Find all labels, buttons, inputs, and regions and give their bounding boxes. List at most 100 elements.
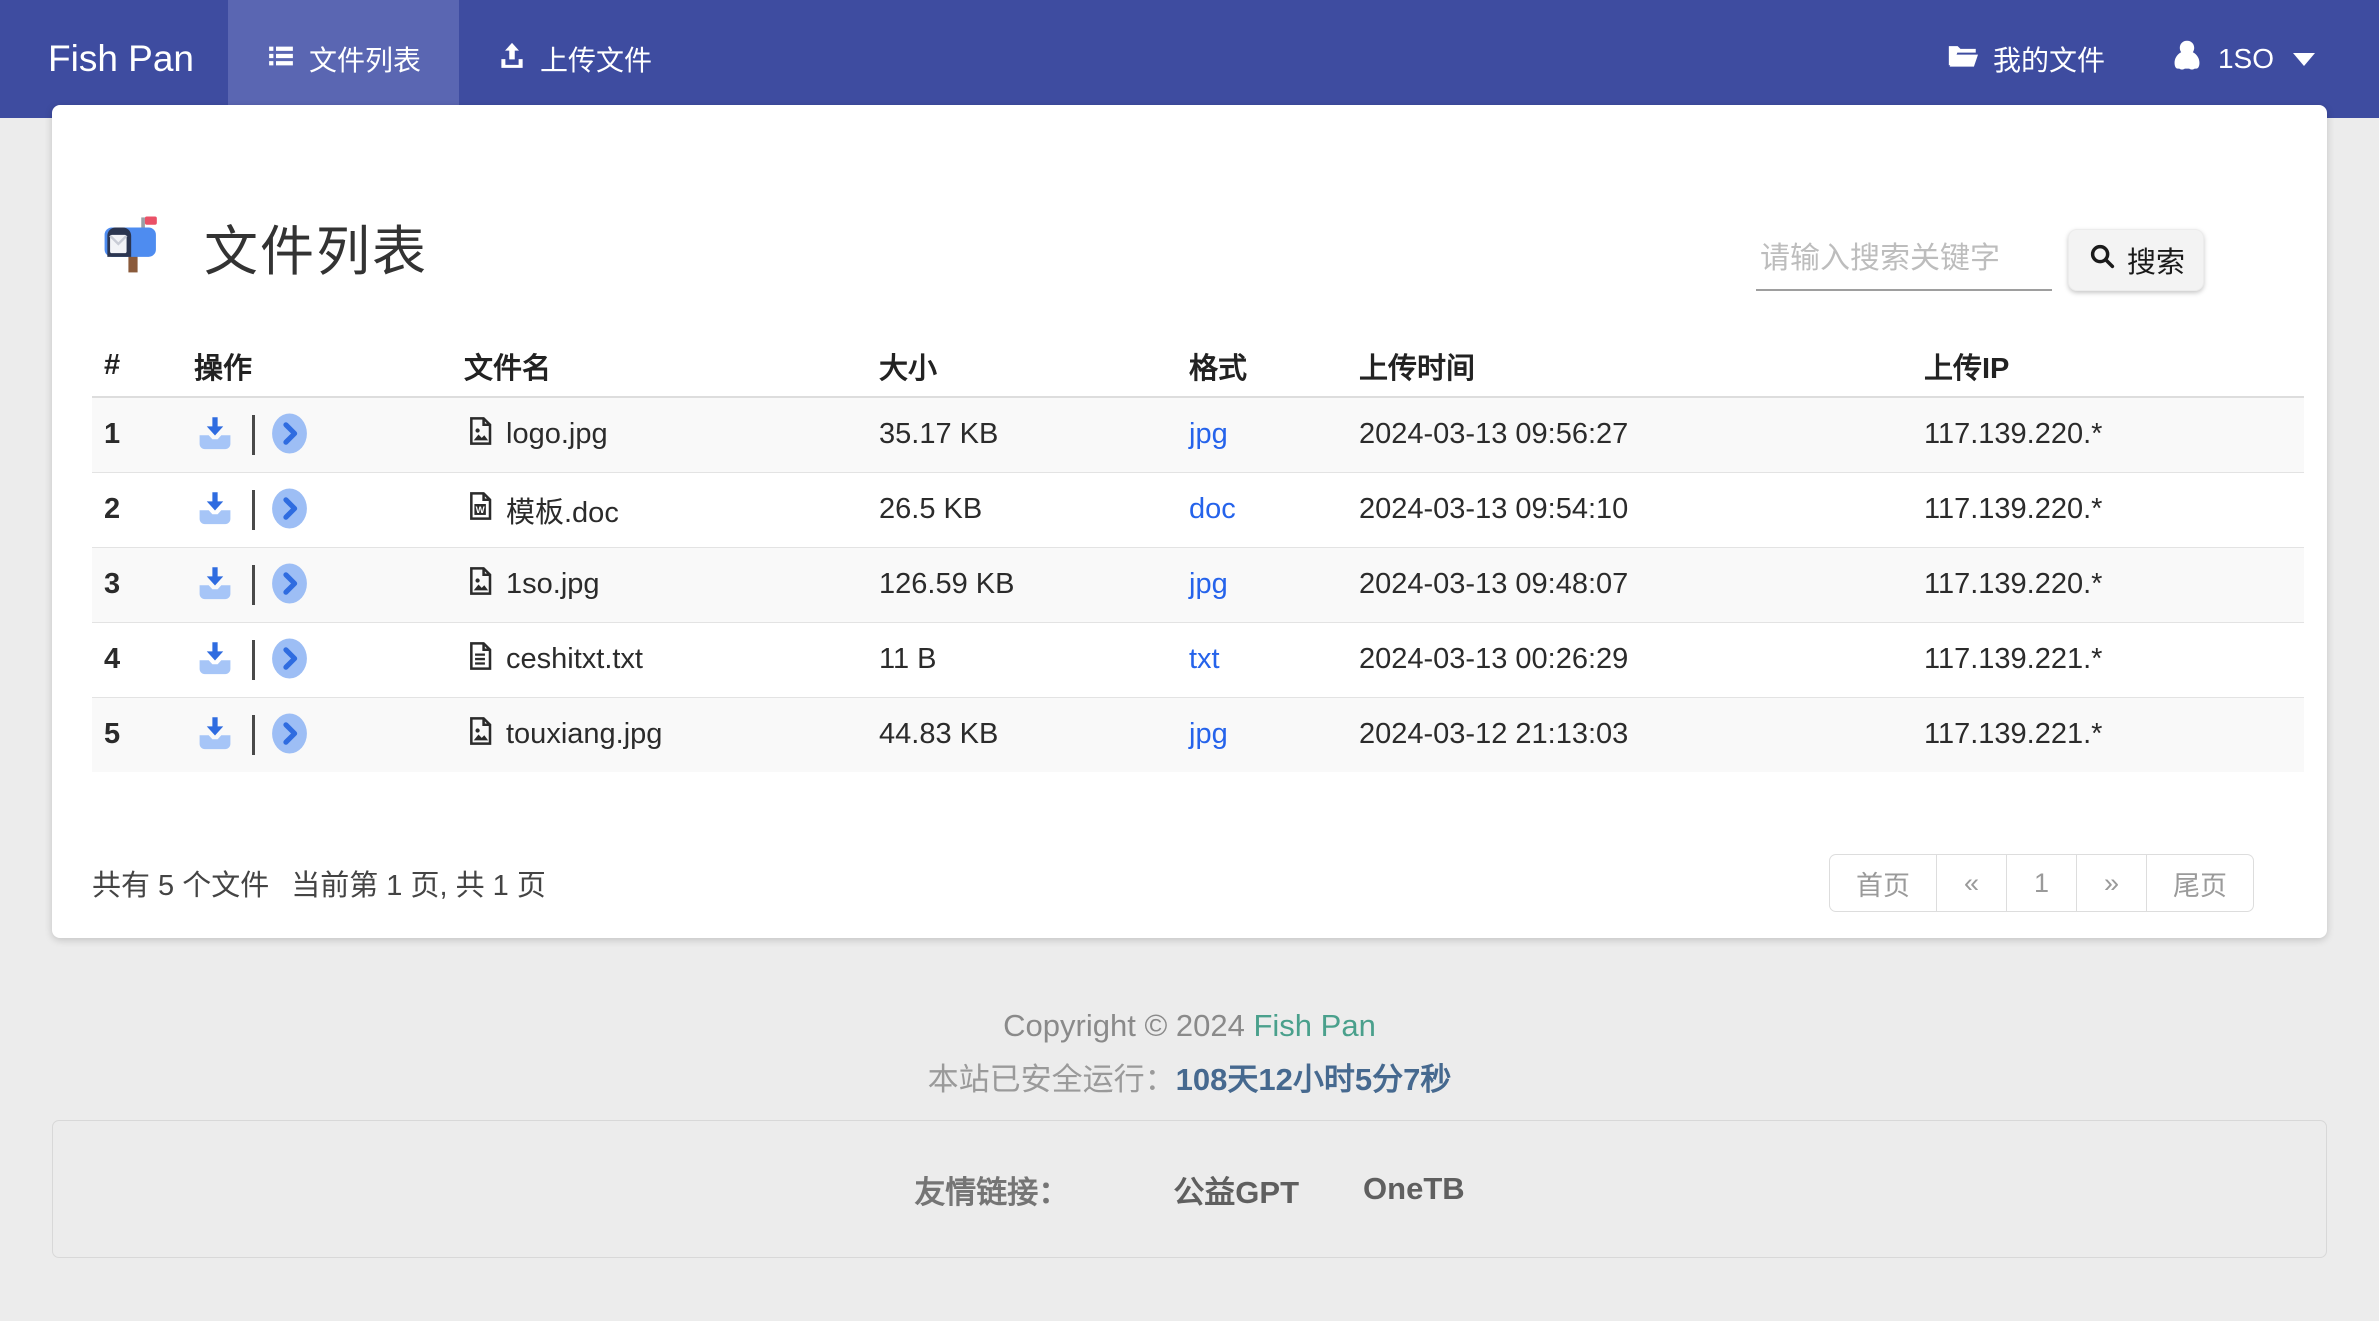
table-row: 4 ceshitxt.txt 11 B txt 2024-03-13 00:26… <box>92 621 2304 697</box>
chevron-right-circle-icon <box>271 563 308 607</box>
upload-ip: 117.139.221.* <box>1912 621 2304 697</box>
col-upload-ip: 上传IP <box>1912 335 2304 398</box>
tab-file-list[interactable]: 文件列表 <box>228 0 460 118</box>
download-icon <box>194 712 236 757</box>
card-header: 文件列表 搜索 <box>92 105 2287 335</box>
download-button[interactable] <box>194 712 236 757</box>
table-row: 3 1so.jpg 126.59 KB jpg 2024-03-13 09:48… <box>92 546 2304 622</box>
pagination: 首页 «1» 尾页 <box>1829 854 2254 912</box>
copyright-line: Copyright © 2024 Fish Pan <box>0 1008 2379 1044</box>
search-input[interactable] <box>1756 229 2052 291</box>
download-button[interactable] <box>194 487 236 532</box>
row-index: 3 <box>92 546 182 622</box>
open-file-button[interactable] <box>271 638 308 682</box>
friend-link[interactable]: OneTB <box>1363 1171 1465 1207</box>
table-row: 1 logo.jpg 35.17 KB jpg 2024-03-13 09:56… <box>92 397 2304 472</box>
chevron-right-circle-icon <box>271 638 308 682</box>
file-format-link[interactable]: txt <box>1189 643 1220 675</box>
open-file-button[interactable] <box>271 563 308 607</box>
file-size: 26.5 KB <box>867 471 1177 547</box>
upload-time: 2024-03-13 09:54:10 <box>1347 471 1912 547</box>
col-actions: 操作 <box>182 335 452 398</box>
file-table-body: 1 logo.jpg 35.17 KB jpg 2024-03-13 09:56… <box>92 397 2304 772</box>
svg-text:W: W <box>476 504 486 515</box>
upload-ip: 117.139.220.* <box>1924 418 2103 451</box>
file-format-link[interactable]: jpg <box>1189 418 1228 450</box>
file-format-link[interactable]: jpg <box>1189 718 1228 750</box>
friend-link[interactable]: 公益GPT <box>1173 1167 1299 1212</box>
upload-time: 2024-03-13 09:56:27 <box>1359 418 1629 451</box>
row-actions <box>194 412 440 457</box>
file-size: 126.59 KB <box>867 546 1177 622</box>
download-button[interactable] <box>194 412 236 457</box>
search-button[interactable]: 搜索 <box>2068 229 2204 291</box>
open-file-button[interactable] <box>271 713 308 757</box>
col-index: # <box>92 335 182 398</box>
image-file-icon <box>464 565 496 605</box>
file-name: touxiang.jpg <box>506 718 663 751</box>
tab-upload-file[interactable]: 上传文件 <box>459 0 690 118</box>
chevron-right-circle-icon <box>271 488 308 532</box>
file-name: ceshitxt.txt <box>506 643 643 675</box>
col-upload-time: 上传时间 <box>1347 335 1912 398</box>
action-divider <box>252 714 255 755</box>
uptime-value: 108天12小时5分7秒 <box>1175 1062 1452 1097</box>
user-menu[interactable]: 1SO <box>2169 38 2315 81</box>
word-file-icon: W <box>464 490 496 530</box>
file-name: 模板.doc <box>506 496 619 529</box>
upload-icon <box>497 41 527 78</box>
last-page-button[interactable]: 尾页 <box>2147 854 2254 912</box>
search-button-label: 搜索 <box>2126 247 2185 279</box>
col-size: 大小 <box>867 335 1177 398</box>
download-button[interactable] <box>194 562 236 607</box>
download-button[interactable] <box>194 637 236 682</box>
action-divider <box>252 639 255 680</box>
text-file-icon <box>464 640 496 680</box>
total-files-text: 共有 5 个文件 <box>92 870 270 902</box>
chevron-right-circle-icon <box>271 713 308 757</box>
file-list-card: 文件列表 搜索 # 操作 文件名 大小 格式 上传时间 <box>52 105 2327 938</box>
action-divider <box>252 489 255 530</box>
uptime-line: 本站已安全运行：108天12小时5分7秒 <box>0 1054 2379 1099</box>
mailbox-icon <box>100 211 166 282</box>
upload-ip: 117.139.220.* <box>1912 546 2304 622</box>
row-index: 1 <box>104 418 121 451</box>
next-page-button[interactable]: » <box>2077 854 2147 912</box>
open-file-button[interactable] <box>271 413 308 457</box>
action-divider <box>252 564 255 605</box>
list-icon <box>266 41 296 78</box>
file-count-summary: 共有 5 个文件 当前第 1 页, 共 1 页 <box>92 862 546 904</box>
col-filename: 文件名 <box>452 335 867 398</box>
title-wrap: 文件列表 <box>100 207 428 286</box>
chevron-right-circle-icon <box>271 413 308 457</box>
upload-ip: 117.139.220.* <box>1912 471 2304 547</box>
image-file-icon <box>464 415 496 455</box>
current-page-text: 当前第 1 页, 共 1 页 <box>291 870 546 902</box>
file-format-link[interactable]: doc <box>1189 493 1236 525</box>
page-title: 文件列表 <box>204 222 428 282</box>
prev-page-button[interactable]: « <box>1937 854 2007 912</box>
file-name: 1so.jpg <box>506 568 600 600</box>
search-wrap: 搜索 <box>1756 229 2204 291</box>
col-format: 格式 <box>1177 335 1347 398</box>
row-actions <box>194 562 440 607</box>
qq-penguin-icon <box>2169 38 2205 81</box>
tab-file-list-label: 文件列表 <box>309 45 422 76</box>
page-1-button[interactable]: 1 <box>2007 854 2077 912</box>
footer-brand-link[interactable]: Fish Pan <box>1253 1008 1375 1043</box>
download-icon <box>194 487 236 532</box>
my-files-label: 我的文件 <box>1992 45 2105 76</box>
download-icon <box>194 412 236 457</box>
first-page-button[interactable]: 首页 <box>1829 854 1937 912</box>
brand-logo[interactable]: Fish Pan <box>0 0 228 118</box>
upload-time: 2024-03-12 21:13:03 <box>1347 696 1912 772</box>
table-row: 2 W 模板.doc 26.5 KB doc 2024-03-13 09:54:… <box>92 471 2304 547</box>
my-files-link[interactable]: 我的文件 <box>1946 39 2105 80</box>
open-file-button[interactable] <box>271 488 308 532</box>
upload-time: 2024-03-13 00:26:29 <box>1347 621 1912 697</box>
friend-links-label: 友情链接： <box>914 1174 1070 1210</box>
uptime-label: 本站已安全运行： <box>927 1062 1176 1097</box>
file-format-link[interactable]: jpg <box>1189 568 1228 600</box>
upload-time: 2024-03-13 09:48:07 <box>1347 546 1912 622</box>
action-divider <box>252 414 255 455</box>
